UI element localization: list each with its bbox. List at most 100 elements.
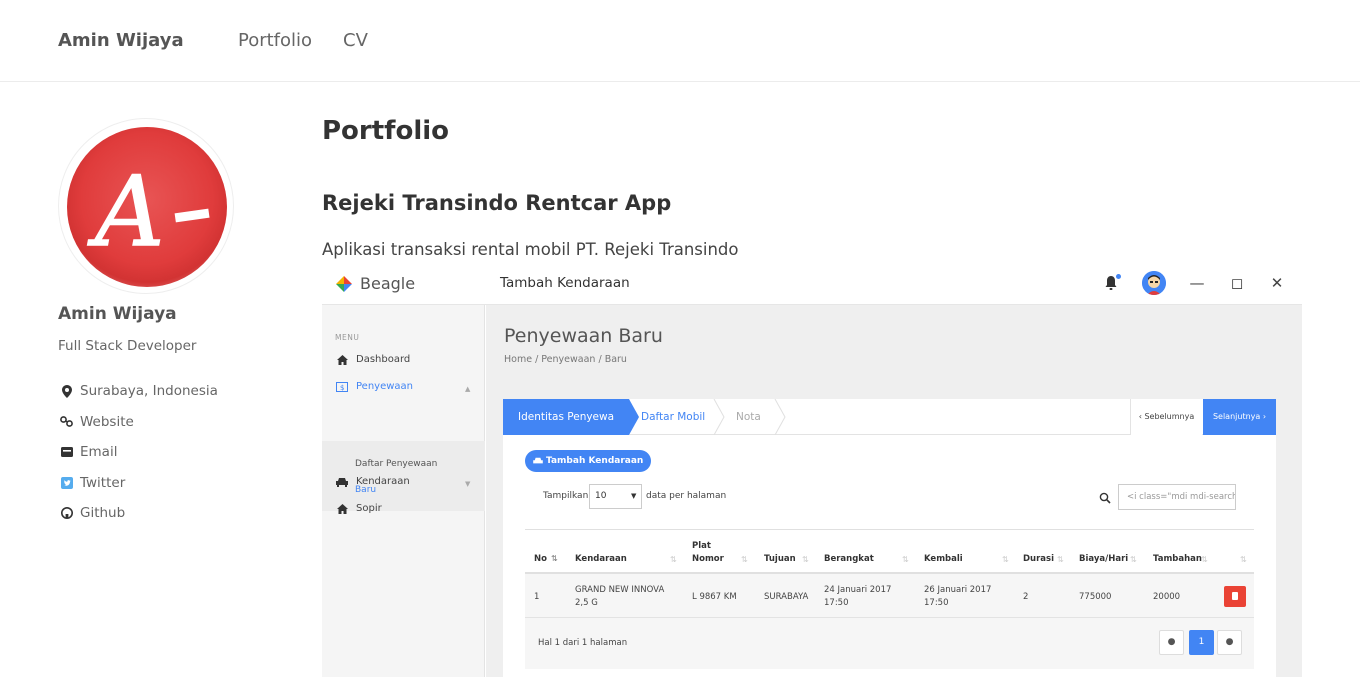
info-github-label[interactable]: Github (80, 505, 125, 521)
wizard-step-nota: Nota (736, 411, 761, 423)
column-header-tujuan: Tujuan (764, 554, 796, 564)
wizard-step-daftar-mobil: Daftar Mobil (641, 411, 706, 423)
home-icon (336, 354, 348, 365)
sidebar-item-label: Penyewaan (356, 381, 414, 392)
maximize-icon: ◻ (1230, 274, 1244, 292)
wizard-step-identitas: Identitas Penyewa (503, 399, 639, 435)
svg-text:A: A (87, 156, 164, 268)
delete-icon (1224, 586, 1246, 607)
info-github[interactable]: Github (60, 498, 218, 529)
chevron-down-icon: ▼ (465, 480, 471, 488)
column-header-durasi: Durasi (1023, 554, 1055, 564)
sort-icon: ⇅ (670, 555, 677, 564)
breadcrumb: Home / Penyewaan / Baru (504, 354, 627, 365)
table-row: 1 GRAND NEW INNOVA 2,5 G L 9867 KM SURAB… (525, 574, 1254, 618)
sidebar-item-daftar-penyewaan: Daftar Penyewaan (355, 459, 438, 469)
next-page-icon: ● (1217, 630, 1242, 655)
previous-page-icon: ● (1159, 630, 1184, 655)
email-icon (60, 446, 73, 459)
sidebar-item-label: Dashboard (356, 354, 411, 365)
top-navbar: Amin Wijaya Portfolio CV (0, 0, 1360, 82)
info-twitter-label[interactable]: Twitter (80, 475, 125, 491)
dollar-icon: $ (336, 381, 348, 392)
add-vehicle-label: Tambah Kendaraan (546, 456, 644, 466)
info-website-label[interactable]: Website (80, 414, 134, 430)
close-icon: ✕ (1270, 274, 1284, 292)
page-info: Hal 1 dari 1 halaman (538, 638, 628, 648)
profile-avatar: A (67, 127, 227, 287)
link-icon (60, 415, 73, 428)
show-label: Tampilkan (543, 491, 589, 501)
step-separator-icon (774, 399, 786, 435)
cell-no: 1 (534, 592, 540, 602)
step-separator-icon (713, 399, 725, 435)
per-page-label: data per halaman (646, 491, 727, 501)
cell-kendaraan-line2: 2,5 G (575, 598, 598, 608)
sort-icon: ⇅ (902, 555, 909, 564)
cell-kendaraan-line1: GRAND NEW INNOVA (575, 585, 665, 595)
car-icon (533, 457, 543, 465)
info-email-label[interactable]: Email (80, 444, 117, 460)
profile-name: Amin Wijaya (58, 304, 177, 324)
page-number: 1 (1189, 630, 1214, 655)
nav-link-portfolio[interactable]: Portfolio (238, 30, 312, 51)
sort-icon: ⇅ (551, 554, 558, 563)
sidebar-item-penyewaan: $ Penyewaan (336, 381, 413, 392)
cell-tambahan: 20000 (1153, 592, 1181, 602)
project-title: Rejeki Transindo Rentcar App (322, 191, 672, 215)
beagle-logo-icon (334, 274, 354, 294)
search-input: <i class="mdi mdi-search (1118, 484, 1236, 510)
home-icon (336, 503, 348, 514)
cell-durasi: 2 (1023, 592, 1029, 602)
cell-kembali-date: 26 Januari 2017 (924, 585, 992, 595)
sort-icon: ⇅ (1130, 555, 1137, 564)
cell-berangkat-date: 24 Januari 2017 (824, 585, 892, 595)
column-header-plat: Plat (692, 541, 711, 551)
app-page-heading: Penyewaan Baru (504, 325, 663, 347)
column-header-biaya: Biaya/Hari (1079, 554, 1129, 564)
previous-button: ‹ Sebelumnya (1130, 399, 1202, 435)
brand-link[interactable]: Amin Wijaya (58, 30, 184, 51)
add-vehicle-button: Tambah Kendaraan (525, 450, 652, 472)
sort-icon: ⇅ (1057, 555, 1064, 564)
search-icon (1099, 489, 1111, 504)
twitter-icon (60, 476, 73, 489)
sort-icon: ⇅ (741, 555, 748, 564)
cell-berangkat-time: 17:50 (824, 598, 849, 608)
car-icon (336, 477, 348, 487)
project-description: Aplikasi transaksi rental mobil PT. Reje… (322, 240, 739, 259)
cell-plat: L 9867 KM (692, 592, 737, 602)
menu-label: MENU (335, 333, 360, 342)
cell-tujuan: SURABAYA (764, 592, 809, 602)
info-twitter[interactable]: Twitter (60, 468, 218, 499)
sidebar-item-label: Kendaraan (356, 476, 410, 487)
user-avatar-icon (1142, 271, 1166, 295)
table-footer: Hal 1 dari 1 halaman ● 1 ● (525, 618, 1254, 669)
info-website[interactable]: Website (60, 407, 218, 438)
app-main: Penyewaan Baru Home / Penyewaan / Baru I… (486, 305, 1302, 677)
table-header: No ⇅ Kendaraan ⇅ Plat Nomor ⇅ Tujuan ⇅ B… (525, 529, 1254, 574)
sort-icon: ⇅ (1240, 555, 1247, 564)
svg-text:$: $ (340, 384, 344, 392)
dropdown-arrow-icon: ▼ (631, 492, 637, 500)
column-header-no: No (534, 554, 547, 564)
column-header-tambahan: Tambahan (1153, 554, 1202, 564)
window-title: Tambah Kendaraan (500, 275, 630, 291)
wizard-steps: Identitas Penyewa Daftar Mobil Nota ‹ Se… (503, 399, 1276, 435)
sidebar-item-kendaraan: Kendaraan (336, 476, 410, 487)
sort-icon: ⇅ (802, 555, 809, 564)
app-sidebar: MENU Dashboard $ Penyewaan ▲ Daftar Peny… (322, 305, 485, 677)
info-location-label: Surabaya, Indonesia (80, 383, 218, 400)
sort-icon: ⇅ (1201, 555, 1208, 564)
project-screenshot: Beagle Tambah Kendaraan — ◻ ✕ MENU Dashb… (322, 262, 1302, 677)
chevron-up-icon: ▲ (465, 385, 471, 393)
nav-link-cv[interactable]: CV (343, 30, 368, 51)
github-icon (60, 507, 73, 520)
page-title: Portfolio (322, 116, 450, 146)
info-email[interactable]: Email (60, 437, 218, 468)
sidebar-item-dashboard: Dashboard (336, 354, 410, 365)
column-header-kendaraan: Kendaraan (575, 554, 627, 564)
info-location: Surabaya, Indonesia (60, 376, 218, 407)
map-marker-icon (60, 384, 73, 398)
column-header-kembali: Kembali (924, 554, 963, 564)
